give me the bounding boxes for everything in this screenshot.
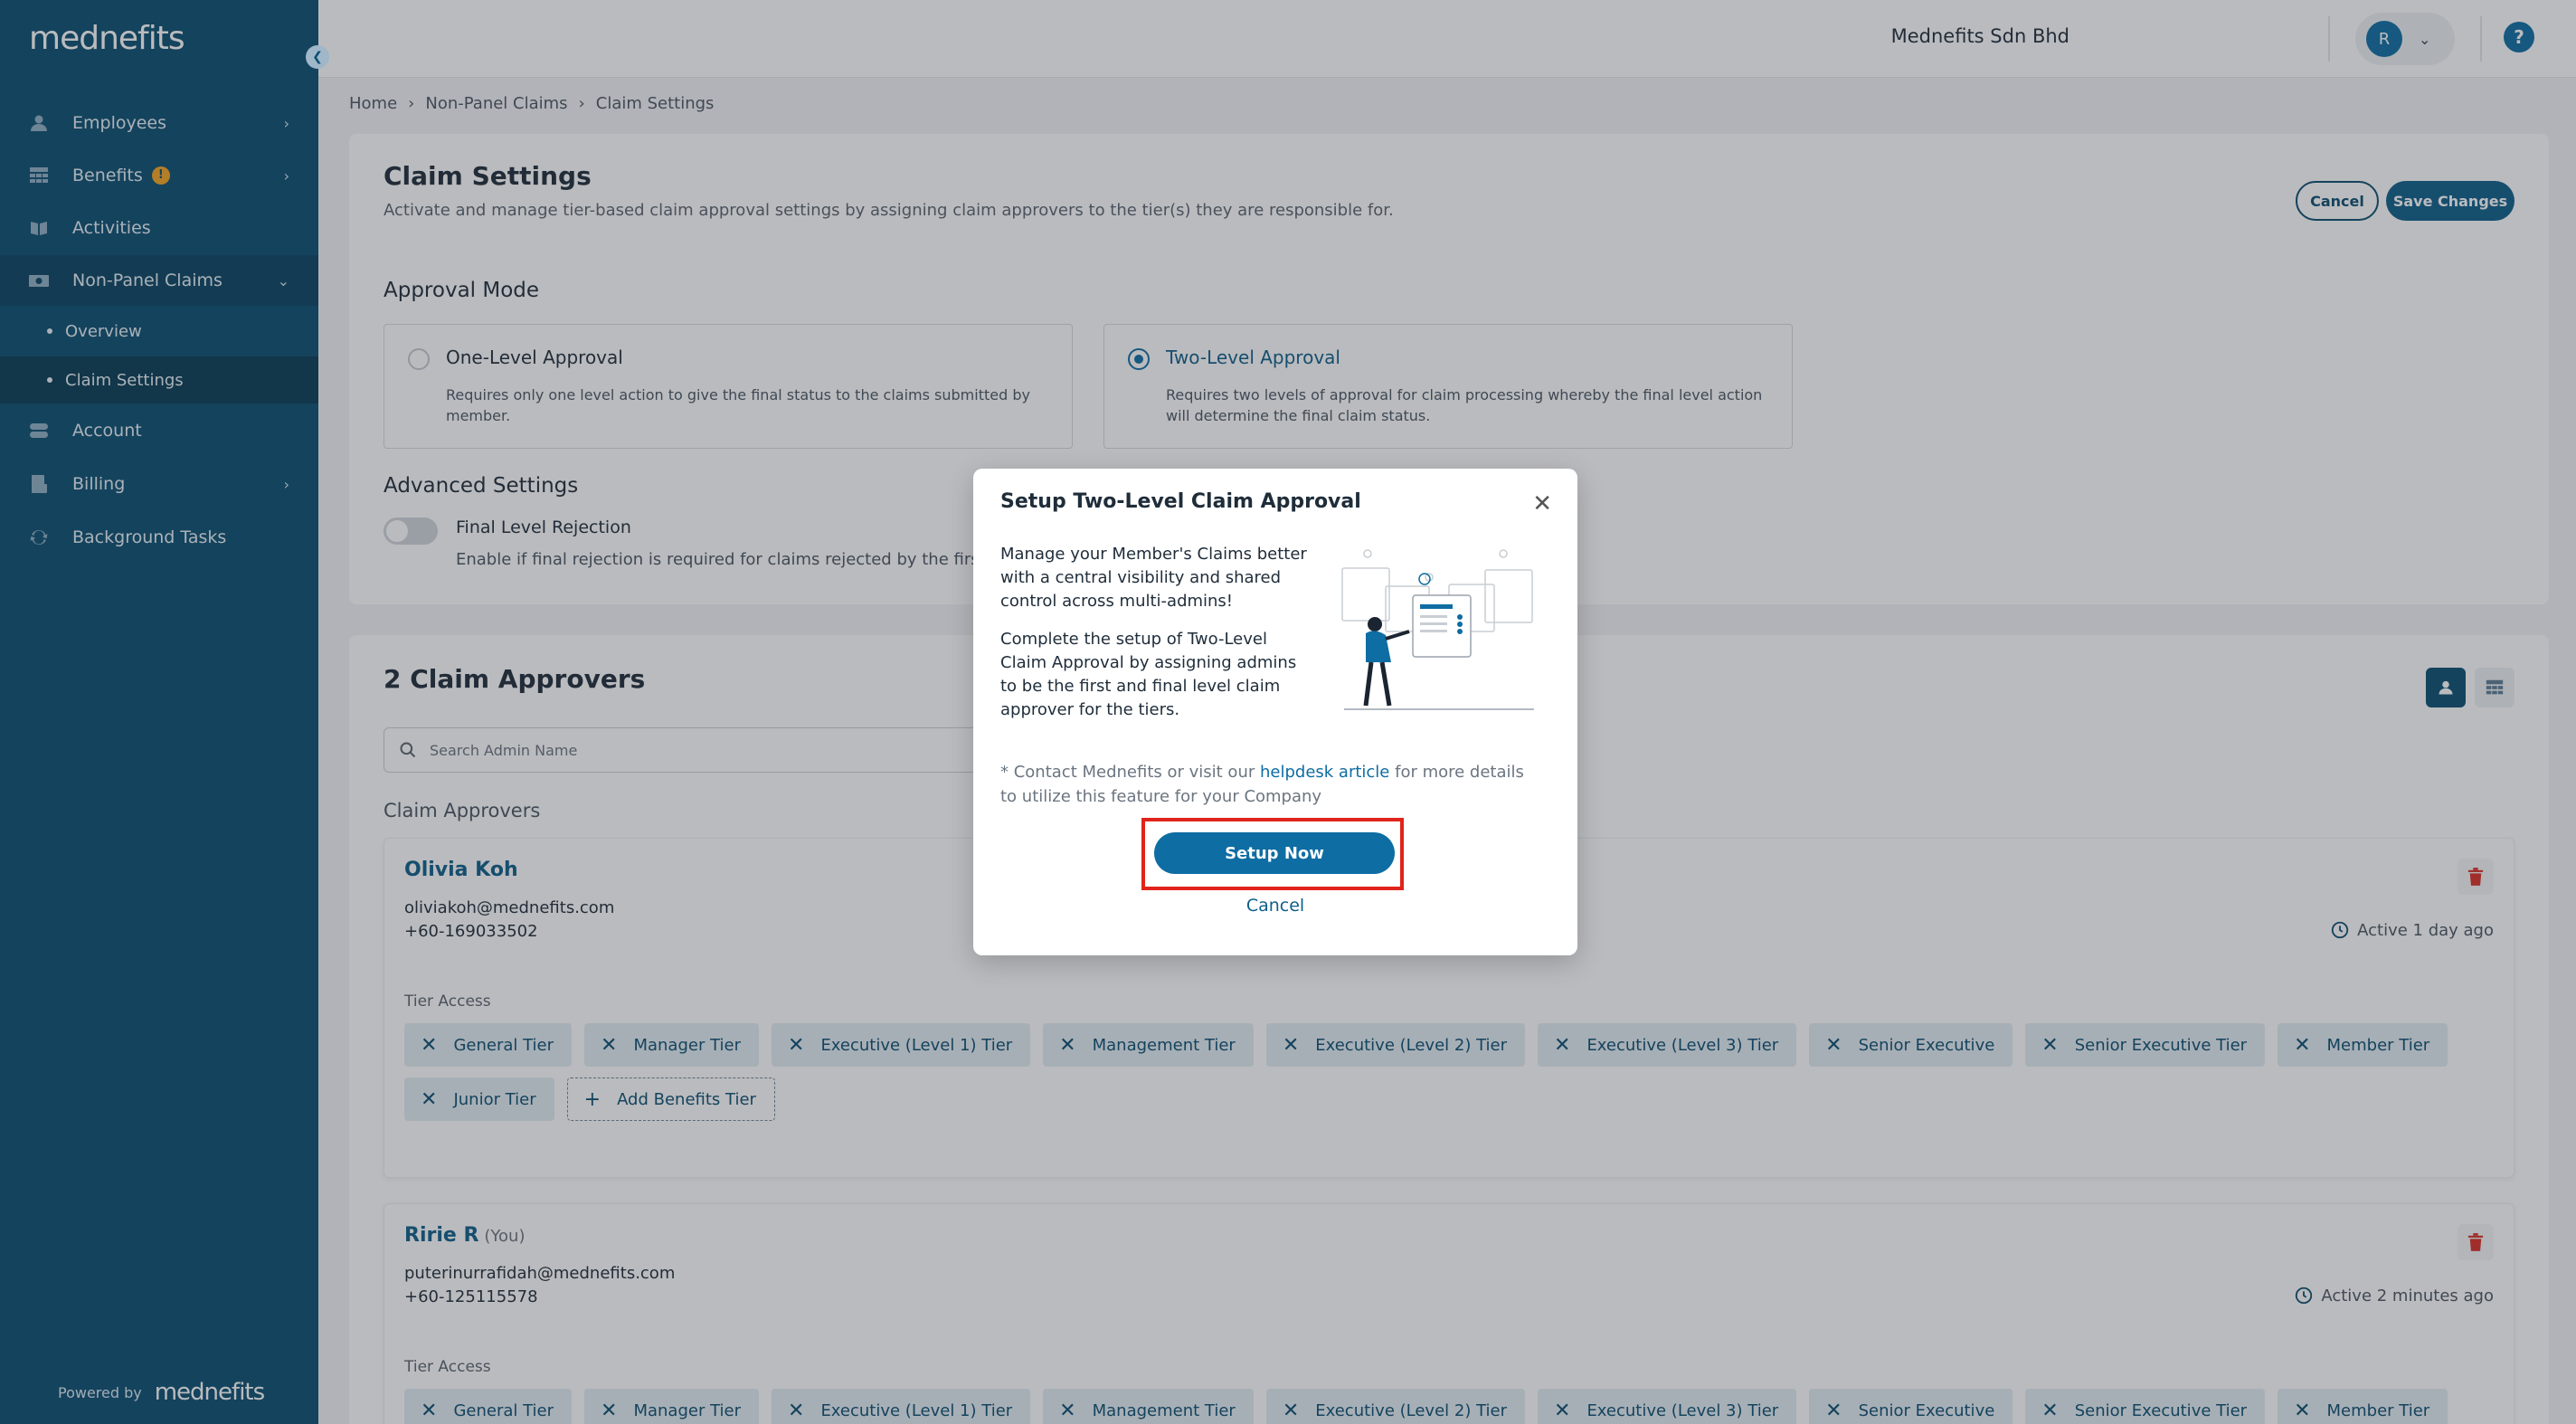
setup-two-level-modal: Setup Two-Level Claim Approval ✕ Manage … (973, 469, 1577, 955)
note-prefix: * Contact Mednefits or visit our (1000, 763, 1260, 782)
collapse-sidebar-button[interactable]: ❮ (306, 45, 329, 69)
modal-title: Setup Two-Level Claim Approval (1000, 490, 1361, 513)
close-icon[interactable]: ✕ (1532, 492, 1552, 516)
approval-illustration (1341, 549, 1534, 710)
setup-now-button[interactable]: Setup Now (1154, 832, 1395, 874)
modal-cancel-link[interactable]: Cancel (973, 896, 1577, 916)
modal-note: * Contact Mednefits or visit our helpdes… (1000, 760, 1543, 809)
helpdesk-article-link[interactable]: helpdesk article (1260, 763, 1389, 782)
chevron-left-icon: ❮ (312, 50, 323, 64)
modal-paragraph: Complete the setup of Two-Level Claim Ap… (1000, 630, 1297, 719)
modal-paragraph: Manage your Member's Claims better with … (1000, 545, 1307, 611)
